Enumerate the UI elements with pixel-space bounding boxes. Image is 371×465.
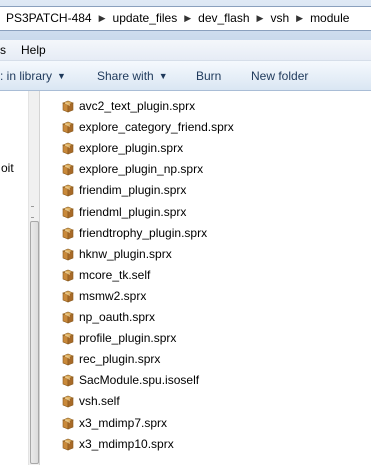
file-name: x3_mdimp7.sprx [79, 415, 168, 430]
package-icon [61, 352, 75, 366]
share-with-button[interactable]: Share with ▼ [97, 61, 168, 90]
file-item[interactable]: np_oauth.sprx [61, 307, 155, 327]
burn-button[interactable]: Burn [196, 61, 221, 90]
file-list: avc2_text_plugin.sprx explore_category_fr… [40, 91, 371, 465]
file-item[interactable]: msmw2.sprx [61, 286, 146, 306]
file-name: x3_mdimp10.sprx [79, 436, 174, 451]
file-item[interactable]: friendtrophy_plugin.sprx [61, 223, 207, 243]
package-icon [61, 183, 75, 197]
package-icon [61, 416, 75, 430]
breadcrumb-label[interactable]: vsh [266, 7, 293, 30]
chevron-right-icon[interactable]: ▶ [96, 13, 109, 24]
file-name: profile_plugin.sprx [79, 331, 177, 346]
file-name: friendtrophy_plugin.sprx [79, 225, 208, 240]
breadcrumb-item[interactable]: vsh ▶ [266, 7, 306, 30]
package-icon [61, 394, 75, 408]
package-icon [61, 247, 75, 261]
file-item[interactable]: explore_category_friend.sprx [61, 117, 234, 137]
file-item[interactable]: profile_plugin.sprx [61, 328, 176, 348]
file-name: avc2_text_plugin.sprx [79, 99, 196, 113]
breadcrumb-item[interactable]: update_files ▶ [109, 7, 195, 30]
include-in-library-button[interactable]: : in library ▼ [0, 61, 66, 90]
file-item[interactable]: explore_plugin_np.sprx [61, 159, 203, 179]
file-name: friendim_plugin.sprx [79, 183, 187, 198]
file-item[interactable]: x3_mdimp10.sprx [61, 434, 174, 454]
nav-item-partial[interactable]: oit [1, 161, 14, 175]
file-name: msmw2.sprx [79, 288, 147, 303]
file-name: explore_plugin.sprx [79, 141, 184, 156]
include-in-library-label: : in library [0, 68, 53, 83]
address-bar: PS3PATCH-484 ▶ update_files ▶ dev_flash … [0, 0, 371, 40]
breadcrumb-label[interactable]: update_files [109, 7, 182, 30]
command-toolbar: : in library ▼ Share with ▼ Burn New fol… [0, 61, 371, 91]
file-name: friendml_plugin.sprx [79, 204, 187, 219]
chevron-right-icon[interactable]: ▶ [254, 13, 267, 24]
breadcrumb-item[interactable]: module [306, 7, 353, 30]
package-icon [61, 289, 75, 303]
file-item[interactable]: hknw_plugin.sprx [61, 244, 172, 264]
file-item[interactable]: x3_mdimp7.sprx [61, 413, 167, 433]
navigation-scrollbar[interactable] [28, 91, 40, 465]
file-name: SacModule.spu.isoself [79, 373, 200, 388]
chevron-right-icon[interactable]: ▶ [293, 13, 306, 24]
package-icon [61, 373, 75, 387]
package-icon [61, 205, 75, 219]
menu-bar: s Help [0, 40, 371, 61]
package-icon [61, 162, 75, 176]
file-item[interactable]: SacModule.spu.isoself [61, 370, 199, 390]
package-icon [61, 141, 75, 155]
package-icon [61, 226, 75, 240]
file-name: rec_plugin.sprx [79, 352, 161, 367]
file-item[interactable]: friendim_plugin.sprx [61, 180, 186, 200]
file-name: hknw_plugin.sprx [79, 246, 172, 261]
package-icon [61, 331, 75, 345]
file-item[interactable]: friendml_plugin.sprx [61, 202, 186, 222]
menu-item-help[interactable]: Help [12, 43, 52, 57]
package-icon [61, 310, 75, 324]
new-folder-button[interactable]: New folder [251, 61, 308, 90]
file-name: mcore_tk.self [79, 267, 151, 282]
file-name: vsh.self [79, 394, 120, 409]
breadcrumb[interactable]: PS3PATCH-484 ▶ update_files ▶ dev_flash … [0, 6, 371, 31]
package-icon [61, 120, 75, 134]
breadcrumb-item[interactable]: PS3PATCH-484 ▶ [0, 7, 109, 30]
file-name: explore_plugin_np.sprx [79, 162, 204, 177]
file-item[interactable]: rec_plugin.sprx [61, 349, 160, 369]
new-folder-label: New folder [251, 68, 309, 83]
breadcrumb-item[interactable]: dev_flash ▶ [194, 7, 266, 30]
package-icon [61, 268, 75, 282]
package-icon [61, 437, 75, 451]
file-item[interactable]: avc2_text_plugin.sprx [61, 96, 195, 116]
file-item[interactable]: vsh.self [61, 391, 120, 411]
file-item[interactable]: mcore_tk.self [61, 265, 150, 285]
breadcrumb-label[interactable]: PS3PATCH-484 [0, 7, 96, 30]
breadcrumb-label[interactable]: module [306, 7, 353, 30]
file-name: np_oauth.sprx [79, 310, 156, 324]
file-item[interactable]: explore_plugin.sprx [61, 138, 183, 158]
breadcrumb-label[interactable]: dev_flash [194, 7, 253, 30]
share-with-label: Share with [97, 68, 154, 83]
navigation-pane: oit [0, 91, 28, 465]
burn-label: Burn [196, 68, 222, 83]
chevron-right-icon[interactable]: ▶ [181, 13, 194, 24]
chevron-down-icon: ▼ [158, 70, 168, 81]
scrollbar-grip[interactable] [31, 206, 34, 218]
package-icon [61, 99, 75, 113]
chevron-down-icon: ▼ [57, 70, 66, 81]
scrollbar-thumb[interactable] [30, 221, 39, 464]
file-name: explore_category_friend.sprx [79, 120, 234, 135]
menu-item-partial[interactable]: s [0, 43, 12, 57]
